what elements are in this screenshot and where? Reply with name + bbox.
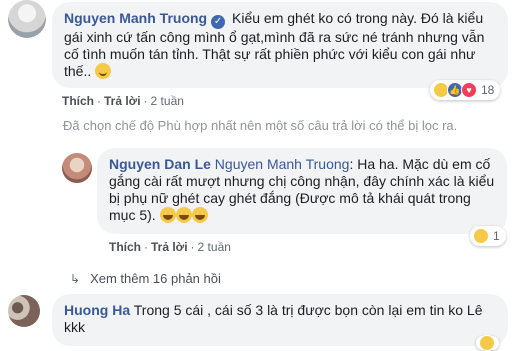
comment-author[interactable]: Nguyen Manh Truong — [64, 10, 207, 26]
laugh-emoji-icon — [191, 207, 208, 223]
comment-actions: Thích · Trả lời · 2 tuần — [62, 94, 184, 108]
laugh-emoji-icon — [175, 207, 192, 223]
verified-badge-icon: ✓ — [211, 15, 226, 29]
mention-link[interactable]: Nguyen Manh Truong — [215, 156, 350, 172]
reaction-count: 18 — [481, 83, 495, 97]
smile-emoji-icon — [95, 63, 112, 79]
reply-link[interactable]: Trả lời — [104, 94, 141, 108]
haha-reaction-icon — [473, 228, 489, 244]
love-reaction-icon: ♥ — [461, 82, 477, 98]
reply-author[interactable]: Nguyen Dan Le — [109, 156, 211, 172]
avatar-nguyen-manh-truong[interactable] — [8, 0, 46, 38]
avatar-nguyen-dan-le[interactable] — [62, 153, 92, 183]
like-link[interactable]: Thích — [109, 240, 141, 254]
like-link[interactable]: Thích — [62, 94, 94, 108]
reply-bubble: Nguyen Dan Le Nguyen Manh Truong: Ha ha.… — [97, 148, 507, 234]
timestamp[interactable]: 2 tuần — [151, 94, 184, 108]
view-more-replies-label[interactable]: Xem thêm 16 phản hồi — [90, 271, 221, 286]
timestamp[interactable]: 2 tuần — [198, 240, 231, 254]
reply-arrow-icon: ↳ — [70, 271, 81, 286]
reply-actions: Thích · Trả lời · 2 tuần — [109, 240, 231, 254]
reaction-summary[interactable]: 1 — [470, 226, 506, 246]
laugh-emoji-icon — [159, 207, 176, 223]
view-more-replies[interactable]: ↳ Xem thêm 16 phản hồi — [70, 271, 221, 286]
reaction-summary[interactable]: 👍 ♥ 18 — [430, 80, 501, 100]
filter-note: Đã chọn chế độ Phù hợp nhất nên một số c… — [63, 118, 458, 133]
comment-bubble: Huong Ha Trong 5 cái , cái số 3 là trị đ… — [52, 294, 508, 346]
comment-author[interactable]: Huong Ha — [64, 302, 130, 318]
reply-link[interactable]: Trả lời — [151, 240, 188, 254]
reaction-summary[interactable] — [476, 335, 499, 351]
reaction-count: 1 — [493, 229, 500, 243]
comment-bubble: Nguyen Manh Truong ✓ Kiểu em ghét ko có t… — [52, 2, 508, 88]
avatar-huong-ha[interactable] — [8, 295, 40, 327]
